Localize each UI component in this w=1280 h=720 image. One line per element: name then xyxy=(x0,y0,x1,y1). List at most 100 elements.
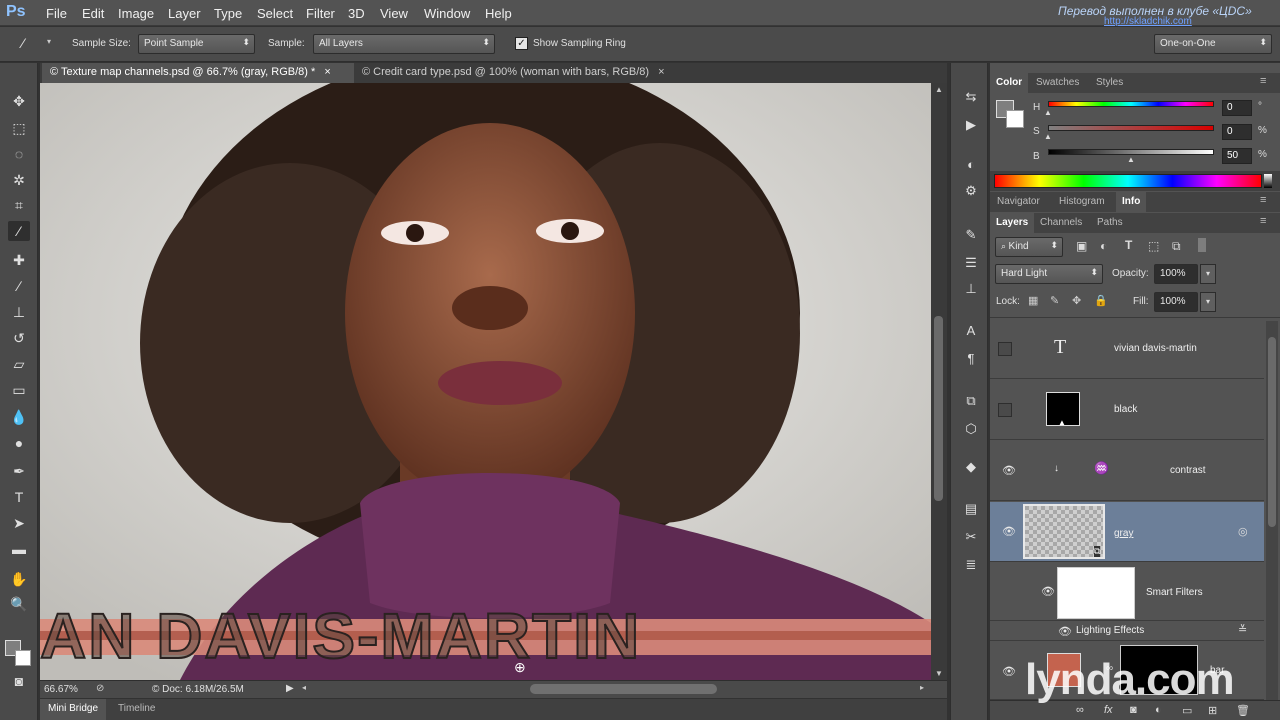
layer-row-contrast[interactable]: 👁 ↓ ♒ contrast xyxy=(990,441,1264,501)
healing-brush-tool-icon[interactable]: ✚ xyxy=(8,250,30,270)
tool-presets-icon[interactable]: ✂ xyxy=(961,529,981,547)
clone-source-icon[interactable]: ⊥ xyxy=(961,281,981,299)
shape-tool-icon[interactable]: ▬ xyxy=(8,539,30,559)
menu-3d[interactable]: 3D xyxy=(348,6,365,21)
history-brush-tool-icon[interactable]: ↺ xyxy=(8,328,30,348)
layer-row-gray-selected[interactable]: 👁 ⧉ gray ◎ xyxy=(990,502,1264,562)
pen-tool-icon[interactable]: ✒ xyxy=(8,461,30,481)
translator-link[interactable]: http://skladchik.com xyxy=(1104,16,1192,27)
layer-row-black[interactable]: ▲ black xyxy=(990,380,1264,440)
tab-swatches[interactable]: Swatches xyxy=(1036,77,1079,88)
saturation-slider-handle-icon[interactable]: ▲ xyxy=(1044,132,1052,141)
layer-row-lighting-effects[interactable]: 👁 Lighting Effects ≚ xyxy=(990,621,1264,641)
new-adjustment-icon[interactable]: ◐ xyxy=(1155,704,1162,716)
adjustments-icon[interactable]: ◐ xyxy=(961,157,981,175)
menu-filter[interactable]: Filter xyxy=(306,6,335,21)
layers-scroll-thumb[interactable] xyxy=(1268,337,1276,527)
tab-styles[interactable]: Styles xyxy=(1096,77,1123,88)
menu-layer[interactable]: Layer xyxy=(168,6,201,21)
opacity-input[interactable]: 100% xyxy=(1154,264,1198,284)
workspace-select[interactable]: One-on-One ⬍ xyxy=(1154,34,1272,54)
visibility-toggle-off[interactable] xyxy=(998,403,1012,417)
tab-timeline[interactable]: Timeline xyxy=(118,703,155,714)
filter-shape-icon[interactable]: ⬚ xyxy=(1148,239,1159,253)
brightness-value[interactable]: 50 xyxy=(1222,148,1252,164)
quick-mask-icon[interactable]: ◙ xyxy=(8,671,30,691)
eye-icon[interactable]: 👁 xyxy=(1001,525,1017,538)
3d-icon[interactable]: ⬡ xyxy=(961,421,981,439)
eyedropper-preset-icon[interactable]: ⁄ xyxy=(22,35,40,53)
layer-name[interactable]: Lighting Effects xyxy=(1076,625,1144,636)
filter-pixel-icon[interactable]: ▣ xyxy=(1076,239,1087,253)
status-menu-icon[interactable]: ▶ xyxy=(286,683,294,694)
lock-all-icon[interactable]: 🔒 xyxy=(1094,294,1108,307)
brush-presets-icon[interactable]: ☰ xyxy=(961,255,981,273)
scroll-up-icon[interactable]: ▲ xyxy=(935,85,943,94)
gradient-tool-icon[interactable]: ▭ xyxy=(8,380,30,400)
status-info-icon[interactable]: ⊘ xyxy=(96,683,104,694)
scroll-down-icon[interactable]: ▼ xyxy=(935,669,943,678)
filter-options-icon[interactable]: ◎ xyxy=(1238,525,1248,538)
lock-transparency-icon[interactable]: ▦ xyxy=(1028,294,1038,307)
tab-navigator[interactable]: Navigator xyxy=(997,196,1040,207)
lasso-tool-icon[interactable]: ◌ xyxy=(8,144,30,164)
brush-tool-icon[interactable]: ∕ xyxy=(8,276,30,296)
type-tool-icon[interactable]: T xyxy=(8,487,30,507)
new-group-icon[interactable]: ▭ xyxy=(1182,704,1192,717)
layer-comps-icon[interactable]: ⧉ xyxy=(961,393,981,411)
properties-icon[interactable]: ⚙ xyxy=(961,183,981,201)
opacity-chevron-icon[interactable]: ▾ xyxy=(1200,264,1216,284)
filter-toggle-icon[interactable] xyxy=(1198,238,1206,252)
panel-menu-icon[interactable]: ≡ xyxy=(1260,75,1266,87)
menu-view[interactable]: View xyxy=(380,6,408,21)
fill-chevron-icon[interactable]: ▾ xyxy=(1200,292,1216,312)
panel-menu-icon[interactable]: ≡ xyxy=(1260,194,1266,206)
vertical-scroll-thumb[interactable] xyxy=(934,316,943,501)
trash-icon[interactable]: 🗑 xyxy=(1236,704,1250,717)
link-layers-icon[interactable]: ∞ xyxy=(1076,704,1084,716)
character-icon[interactable]: A xyxy=(961,323,981,341)
cube-icon[interactable]: ◆ xyxy=(961,459,981,477)
info-panel-icon[interactable]: ≣ xyxy=(961,557,981,575)
marquee-tool-icon[interactable]: ⬚ xyxy=(8,118,30,138)
show-ring-checkbox[interactable]: ✓ xyxy=(515,37,528,50)
history-icon[interactable]: ⇆ xyxy=(961,89,981,107)
hand-tool-icon[interactable]: ✋ xyxy=(8,569,30,589)
eye-icon[interactable]: 👁 xyxy=(1057,625,1073,638)
eye-icon[interactable]: 👁 xyxy=(1040,585,1056,598)
close-icon[interactable]: × xyxy=(658,66,664,78)
color-spectrum-ramp[interactable] xyxy=(994,174,1262,188)
layer-name[interactable]: vivian davis-martin xyxy=(1114,343,1197,354)
new-layer-icon[interactable]: ⊞ xyxy=(1208,704,1217,717)
color-bg-swatch[interactable] xyxy=(1006,110,1024,128)
lock-pixels-icon[interactable]: ✎ xyxy=(1050,294,1059,307)
tab-info[interactable]: Info xyxy=(1116,192,1147,212)
clone-stamp-tool-icon[interactable]: ⊥ xyxy=(8,302,30,322)
tab-credit-card[interactable]: © Credit card type.psd @ 100% (woman wit… xyxy=(354,63,694,83)
tab-color[interactable]: Color xyxy=(990,73,1029,93)
path-selection-tool-icon[interactable]: ➤ xyxy=(8,513,30,533)
menu-file[interactable]: File xyxy=(46,6,67,21)
paragraph-icon[interactable]: ¶ xyxy=(961,351,981,369)
tab-texture-map[interactable]: © Texture map channels.psd @ 66.7% (gray… xyxy=(42,63,354,83)
eraser-tool-icon[interactable]: ▱ xyxy=(8,354,30,374)
horizontal-scroll-thumb[interactable] xyxy=(530,684,717,694)
close-icon[interactable]: × xyxy=(324,66,330,78)
panel-menu-icon[interactable]: ≡ xyxy=(1260,215,1266,227)
kind-filter-select[interactable]: ⌕ Kind ⬍ xyxy=(995,237,1063,257)
scroll-left-icon[interactable]: ◂ xyxy=(302,683,306,692)
filter-smart-object-icon[interactable]: ⧉ xyxy=(1172,239,1181,254)
tab-channels[interactable]: Channels xyxy=(1040,217,1082,228)
notes-icon[interactable]: ▤ xyxy=(961,501,981,519)
layer-name[interactable]: Smart Filters xyxy=(1146,587,1203,598)
zoom-level[interactable]: 66.67% xyxy=(44,684,78,695)
preset-chevron-icon[interactable]: ▾ xyxy=(47,37,51,46)
filter-blending-options-icon[interactable]: ≚ xyxy=(1238,623,1247,636)
eye-icon[interactable]: 👁 xyxy=(1001,464,1017,477)
bw-ramp[interactable] xyxy=(1264,174,1272,188)
add-mask-icon[interactable]: ◙ xyxy=(1130,704,1137,716)
fill-input[interactable]: 100% xyxy=(1154,292,1198,312)
dodge-tool-icon[interactable]: ● xyxy=(8,433,30,453)
tab-histogram[interactable]: Histogram xyxy=(1059,196,1105,207)
saturation-value[interactable]: 0 xyxy=(1222,124,1252,140)
